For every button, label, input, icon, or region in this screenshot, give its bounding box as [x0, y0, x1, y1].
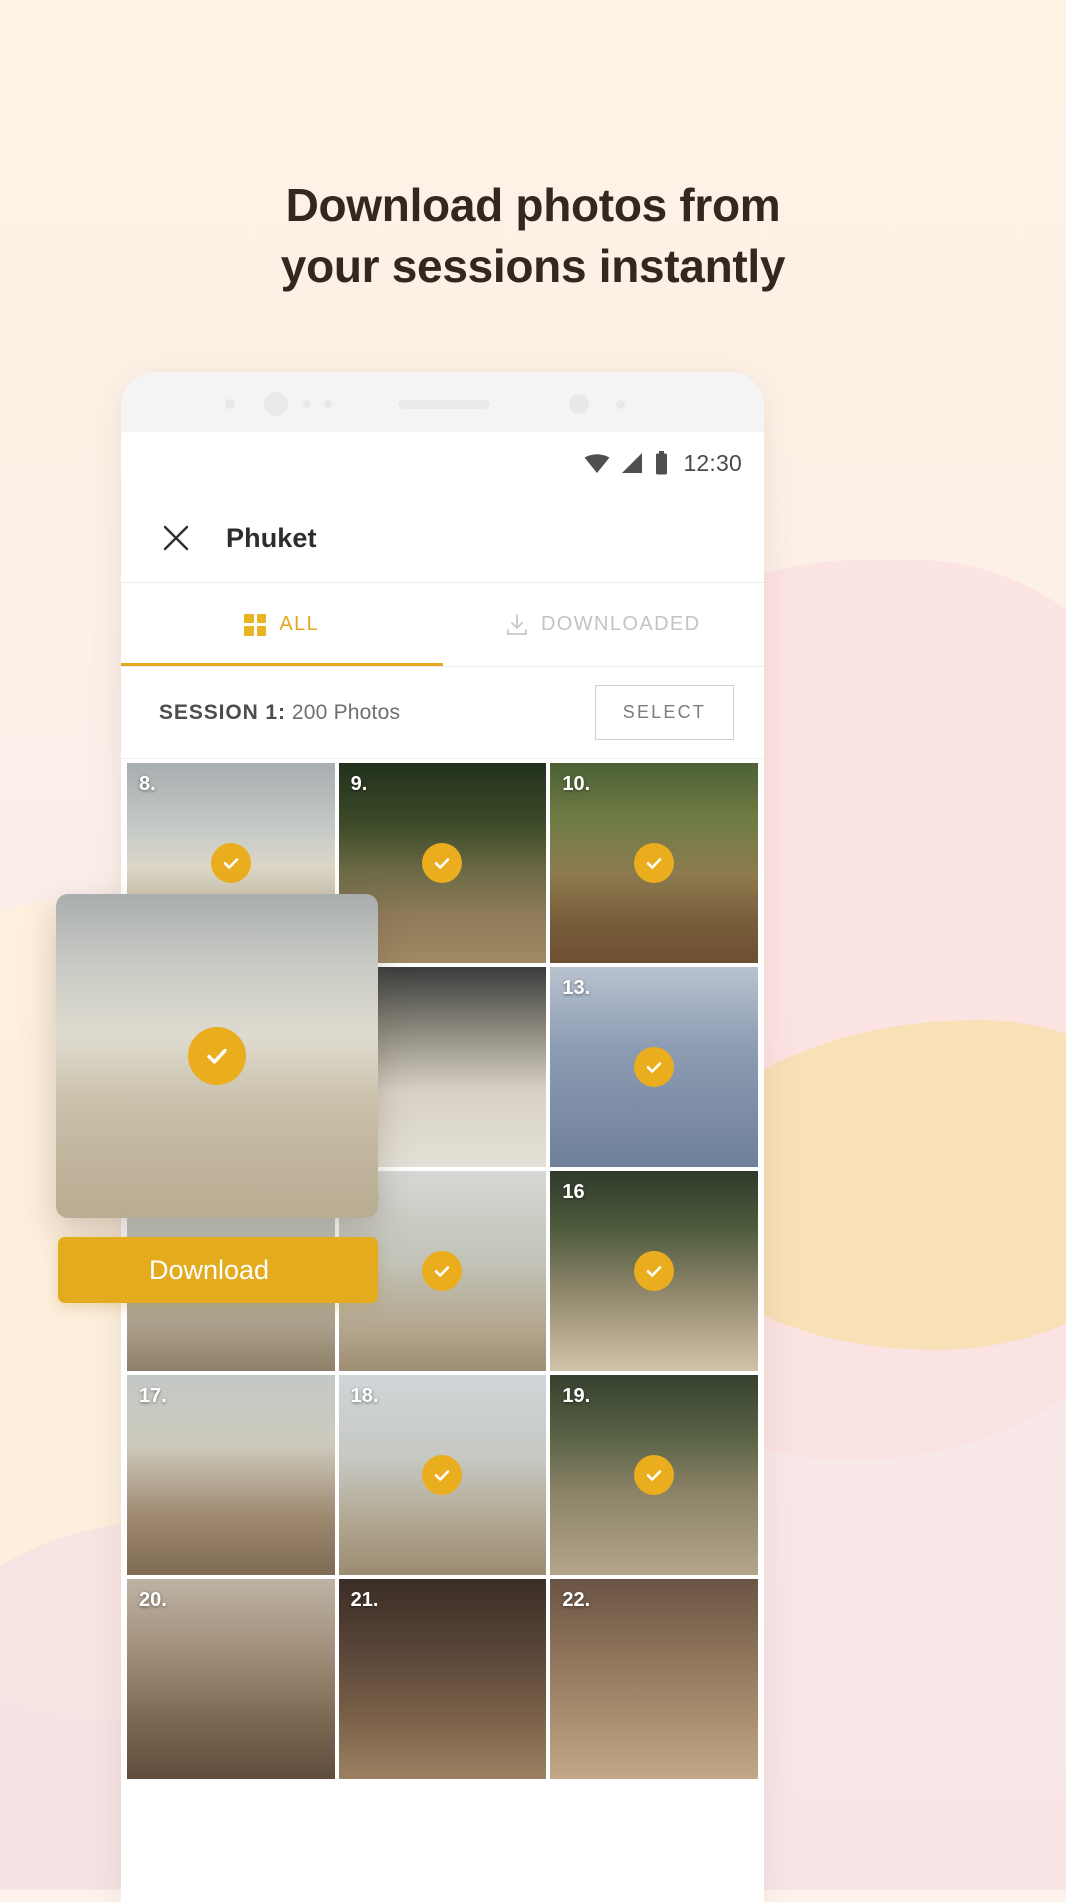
session-header: SESSION 1: 200 Photos SELECT: [121, 667, 764, 759]
tab-downloaded-label: DOWNLOADED: [540, 613, 701, 635]
selected-check-icon[interactable]: [210, 843, 251, 883]
tab-downloaded[interactable]: DOWNLOADED: [443, 583, 765, 666]
select-button[interactable]: SELECT: [594, 685, 734, 740]
sensor-dot-icon: [225, 399, 235, 409]
tab-all-label: ALL: [279, 613, 320, 635]
photo-cell[interactable]: 16: [550, 1171, 758, 1371]
photo-cell[interactable]: 13.: [550, 967, 758, 1167]
app-bar: Phuket: [121, 494, 764, 582]
status-bar: 12:30: [121, 432, 764, 494]
sensor-dot-icon: [616, 400, 625, 409]
photo-number: 13.: [562, 977, 591, 999]
selected-check-icon[interactable]: [634, 1455, 675, 1495]
photo-cell[interactable]: 22.: [550, 1579, 758, 1779]
session-label: SESSION 1:: [159, 700, 286, 724]
headline-line-2: your sessions instantly: [280, 240, 786, 292]
grid-icon: [244, 613, 267, 636]
photo-number: 22.: [562, 1589, 591, 1611]
selected-check-icon[interactable]: [422, 1251, 463, 1291]
photo-cell[interactable]: 18.: [338, 1375, 547, 1575]
earpiece-speaker: [398, 400, 490, 409]
photo-number: 20.: [139, 1589, 167, 1611]
phone-top-bezel: [121, 372, 764, 432]
photo-cell[interactable]: 17.: [127, 1375, 335, 1575]
sensor-dot-icon: [303, 400, 311, 408]
photo-number: 18.: [350, 1385, 379, 1407]
session-summary: SESSION 1: 200 Photos: [159, 701, 400, 725]
selected-check-icon[interactable]: [422, 1455, 463, 1495]
download-button[interactable]: Download: [58, 1237, 378, 1303]
battery-icon: [656, 451, 668, 475]
tab-all[interactable]: ALL: [121, 583, 443, 666]
selected-check-icon[interactable]: [634, 1047, 675, 1087]
signal-icon: [622, 453, 643, 473]
page-headline: Download photos from your sessions insta…: [0, 175, 1066, 297]
status-bar-time: 12:30: [683, 449, 742, 476]
tab-bar: ALL DOWNLOADED: [121, 582, 764, 666]
page-title: Phuket: [226, 522, 317, 553]
download-icon: [507, 613, 527, 635]
close-icon[interactable]: [159, 521, 193, 555]
photo-cell[interactable]: 19.: [550, 1375, 758, 1575]
selected-check-icon: [188, 1027, 246, 1085]
photo-number: 19.: [562, 1385, 591, 1407]
photo-cell[interactable]: 20.: [127, 1579, 335, 1779]
wifi-icon: [584, 454, 610, 473]
photo-number: 16: [562, 1181, 585, 1203]
selected-check-icon[interactable]: [634, 1251, 675, 1291]
photo-cell[interactable]: 10.: [550, 763, 758, 963]
photo-number: 10.: [562, 773, 591, 795]
selected-check-icon[interactable]: [634, 843, 675, 883]
photo-number: 21.: [350, 1589, 379, 1611]
photo-cell[interactable]: 21.: [338, 1579, 547, 1779]
photo-number: 8.: [139, 773, 156, 795]
sensor-dot-icon: [324, 400, 332, 408]
front-camera-icon: [264, 392, 288, 416]
dragged-photo-card[interactable]: [56, 894, 378, 1218]
photo-number: 9.: [350, 773, 368, 795]
session-photo-count: 200 Photos: [291, 700, 401, 724]
headline-line-1: Download photos from: [285, 179, 781, 231]
selected-check-icon[interactable]: [422, 843, 463, 883]
photo-number: 17.: [139, 1385, 167, 1407]
sensor-dot-icon: [569, 394, 589, 414]
